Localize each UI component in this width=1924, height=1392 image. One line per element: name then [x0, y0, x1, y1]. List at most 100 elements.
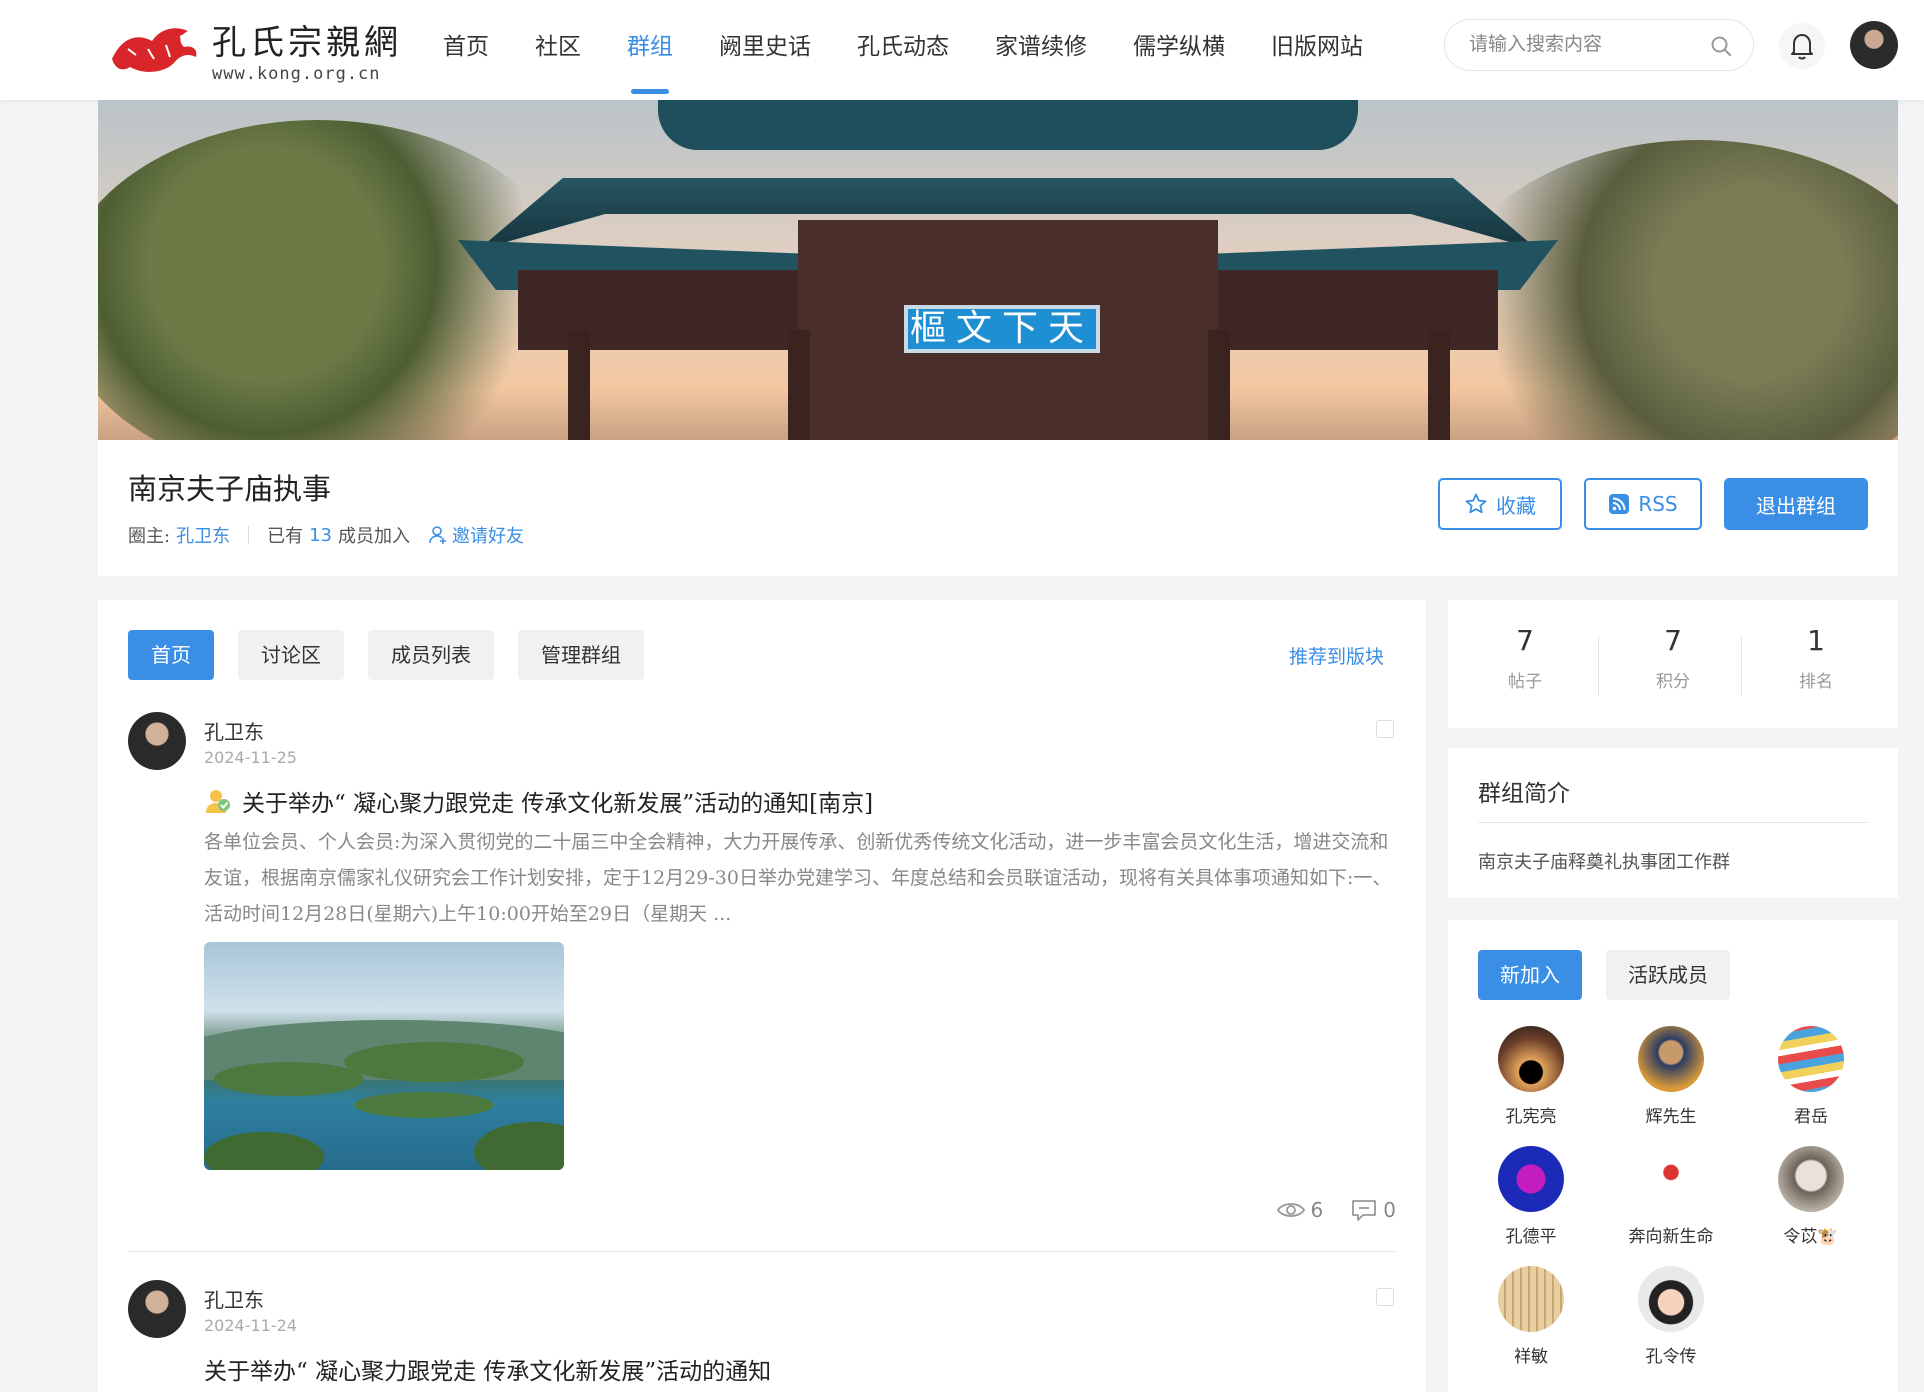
nav-home[interactable]: 首页	[420, 0, 512, 100]
nav-kong-news[interactable]: 孔氏动态	[834, 0, 972, 100]
recommend-to-section-link[interactable]: 推荐到版块	[1289, 642, 1384, 669]
post-author[interactable]: 孔卫东	[204, 716, 264, 745]
nav-groups[interactable]: 群组	[604, 0, 696, 100]
star-icon	[1465, 493, 1487, 514]
tab-active-members[interactable]: 活跃成员	[1606, 950, 1730, 1000]
red-dragon-logo-icon	[112, 28, 197, 72]
post-excerpt: 各单位会员、个人会员:为深入贯彻党的二十届三中全会精神，大力开展传承、创新优秀传…	[204, 831, 1392, 925]
rss-icon	[1609, 494, 1630, 514]
members-card: 新加入 活跃成员 孔宪亮 辉先生 君岳 孔德平 奔向新生命 令苡🐮 祥敏 孔令传	[1448, 920, 1898, 1392]
owner-name-link[interactable]: 孔卫东	[176, 522, 230, 548]
site-logo[interactable]: 孔氏宗親網 www.kong.org.cn	[108, 14, 402, 84]
avatar	[1498, 1026, 1564, 1092]
comments-count: 0	[1383, 1198, 1396, 1222]
avatar[interactable]	[128, 1280, 186, 1338]
nav-community[interactable]: 社区	[512, 0, 604, 100]
owner-label: 圈主:	[128, 526, 171, 547]
group-tabs: 首页 讨论区 成员列表 管理群组	[128, 630, 668, 680]
search-input[interactable]	[1469, 33, 1699, 55]
favorite-label: 收藏	[1496, 493, 1536, 518]
tab-member-list[interactable]: 成员列表	[368, 630, 494, 680]
member-item[interactable]: 君岳	[1751, 1026, 1871, 1127]
eye-icon	[1276, 1203, 1305, 1217]
tab-home[interactable]: 首页	[128, 630, 214, 680]
member-name: 君岳	[1794, 1107, 1828, 1127]
post-stats: 6 0	[1249, 1198, 1396, 1222]
stat-label: 帖子	[1508, 672, 1542, 692]
stat-label: 积分	[1656, 672, 1690, 692]
avatar[interactable]	[128, 712, 186, 770]
stat-rank: 1 排名	[1741, 624, 1891, 692]
quit-group-button[interactable]: 退出群组	[1724, 478, 1868, 530]
top-navigation-bar: 孔氏宗親網 www.kong.org.cn 首页 社区 群组 阙里史话 孔氏动态…	[0, 0, 1924, 100]
group-intro-card: 群组简介 南京夫子庙释奠礼执事团工作群	[1448, 748, 1898, 898]
member-name: 辉先生	[1645, 1107, 1697, 1127]
list-item: 孔卫东 2024-11-25 关于举办“ 凝心聚力跟党走 传承文化新发展”活动的…	[128, 712, 1396, 1252]
nav-genealogy[interactable]: 家谱续修	[972, 0, 1110, 100]
post-comments[interactable]: 0	[1351, 1198, 1396, 1222]
group-info-bar: 南京夫子庙执事 圈主: 孔卫东 已有 13 成员加入 邀请好友 收藏 RSS 退…	[98, 440, 1898, 576]
logo-url: www.kong.org.cn	[212, 63, 381, 84]
logo-title: 孔氏宗親網	[212, 22, 402, 63]
member-item[interactable]: 孔宪亮	[1471, 1026, 1591, 1127]
post-views: 6	[1276, 1198, 1324, 1222]
member-name: 令苡🐮	[1783, 1227, 1839, 1247]
invite-friends-link[interactable]: 邀请好友	[428, 522, 524, 548]
nav-confucianism[interactable]: 儒学纵横	[1110, 0, 1248, 100]
group-stats-card: 7 帖子 7 积分 1 排名	[1448, 600, 1898, 728]
views-count: 6	[1310, 1198, 1324, 1222]
comment-icon	[1352, 1200, 1377, 1221]
gate-plaque: 天下文樞	[904, 305, 1100, 353]
search-icon[interactable]	[1709, 34, 1733, 58]
member-item[interactable]: 令苡🐮	[1751, 1146, 1871, 1247]
group-title: 南京夫子庙执事	[128, 472, 332, 506]
member-item[interactable]: 辉先生	[1611, 1026, 1731, 1127]
stat-label: 排名	[1799, 672, 1833, 692]
search-box	[1444, 19, 1754, 71]
nav-old-site[interactable]: 旧版网站	[1248, 0, 1386, 100]
post-date: 2024-11-25	[204, 748, 297, 767]
post-select-checkbox[interactable]	[1376, 1288, 1394, 1306]
post-select-checkbox[interactable]	[1376, 720, 1394, 738]
post-title[interactable]: 关于举办“ 凝心聚力跟党走 传承文化新发展”活动的通知[南京]	[204, 784, 873, 818]
tab-discussion[interactable]: 讨论区	[238, 630, 344, 680]
post-author[interactable]: 孔卫东	[204, 1284, 264, 1313]
stat-value: 1	[1807, 624, 1825, 657]
favorite-button[interactable]: 收藏	[1438, 478, 1562, 530]
avatar	[1498, 1146, 1564, 1212]
members-suffix: 成员加入	[337, 526, 410, 547]
member-item[interactable]: 孔令传	[1611, 1266, 1731, 1367]
avatar	[1778, 1146, 1844, 1212]
rss-button[interactable]: RSS	[1584, 478, 1702, 530]
meta-divider	[248, 526, 250, 544]
member-item[interactable]: 孔德平	[1471, 1146, 1591, 1247]
stat-posts: 7 帖子	[1450, 624, 1600, 692]
nav-queli-history[interactable]: 阙里史话	[696, 0, 834, 100]
group-banner-image: 天下文樞	[98, 100, 1898, 440]
group-feed: 首页 讨论区 成员列表 管理群组 推荐到版块 孔卫东 2024-11-25 关于…	[98, 600, 1426, 1392]
tab-new-members[interactable]: 新加入	[1478, 950, 1582, 1000]
member-name: 孔宪亮	[1505, 1107, 1557, 1127]
member-name: 奔向新生命	[1628, 1227, 1714, 1247]
member-item[interactable]: 祥敏	[1471, 1266, 1591, 1367]
member-item[interactable]: 奔向新生命	[1611, 1146, 1731, 1247]
post-title[interactable]: 关于举办“ 凝心聚力跟党走 传承文化新发展”活动的通知	[204, 1352, 771, 1386]
stat-value: 7	[1516, 624, 1534, 657]
post-date: 2024-11-24	[204, 1316, 297, 1335]
post-title-text: 关于举办“ 凝心聚力跟党走 传承文化新发展”活动的通知[南京]	[242, 791, 874, 817]
stat-points: 7 积分	[1598, 624, 1748, 692]
member-name: 祥敏	[1514, 1347, 1548, 1367]
member-post-icon	[206, 790, 230, 813]
tab-manage-group[interactable]: 管理群组	[518, 630, 644, 680]
member-tabs: 新加入 活跃成员	[1478, 950, 1754, 1000]
post-thumbnail-image[interactable]	[204, 942, 564, 1170]
user-avatar[interactable]	[1850, 21, 1898, 69]
member-name: 孔令传	[1645, 1347, 1697, 1367]
avatar	[1638, 1146, 1704, 1212]
add-user-icon	[429, 526, 446, 544]
avatar	[1498, 1266, 1564, 1332]
invite-label: 邀请好友	[451, 526, 524, 547]
notification-bell-icon[interactable]	[1778, 22, 1826, 70]
intro-text: 南京夫子庙释奠礼执事团工作群	[1478, 852, 1730, 873]
avatar	[1638, 1026, 1704, 1092]
